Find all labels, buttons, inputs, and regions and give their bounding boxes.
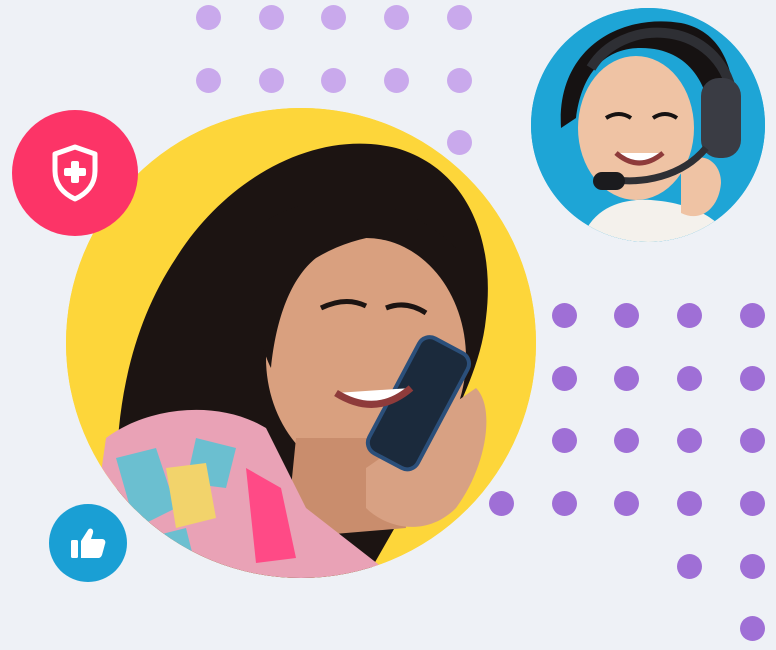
decor-dot <box>614 428 639 453</box>
decor-dot <box>447 68 472 93</box>
decor-dot <box>677 366 702 391</box>
decor-dot <box>677 491 702 516</box>
agent-photo <box>531 8 765 242</box>
decor-dot <box>677 303 702 328</box>
decor-dot <box>259 5 284 30</box>
decor-dot <box>384 5 409 30</box>
decor-dot <box>447 5 472 30</box>
decor-dot <box>196 68 221 93</box>
decor-dot <box>677 428 702 453</box>
decor-dot <box>614 366 639 391</box>
decor-dot <box>740 428 765 453</box>
decor-dot <box>614 303 639 328</box>
decor-dot <box>740 366 765 391</box>
decor-dot <box>552 428 577 453</box>
decor-dot <box>489 491 514 516</box>
decor-dot <box>740 554 765 579</box>
decor-dot <box>384 68 409 93</box>
decor-dot <box>552 303 577 328</box>
decor-dot <box>740 303 765 328</box>
decor-dot <box>321 68 346 93</box>
decor-dot <box>740 491 765 516</box>
decor-dot <box>447 130 472 155</box>
decor-dot <box>614 491 639 516</box>
decor-dot <box>552 491 577 516</box>
decor-dot <box>740 616 765 641</box>
shield-plus-icon <box>49 143 101 203</box>
shield-badge <box>12 110 138 236</box>
decor-dot <box>259 68 284 93</box>
decor-dot <box>321 5 346 30</box>
thumbs-up-icon <box>70 527 106 559</box>
decor-dot <box>552 366 577 391</box>
like-badge <box>49 504 127 582</box>
decor-dot <box>677 554 702 579</box>
decor-dot <box>196 5 221 30</box>
